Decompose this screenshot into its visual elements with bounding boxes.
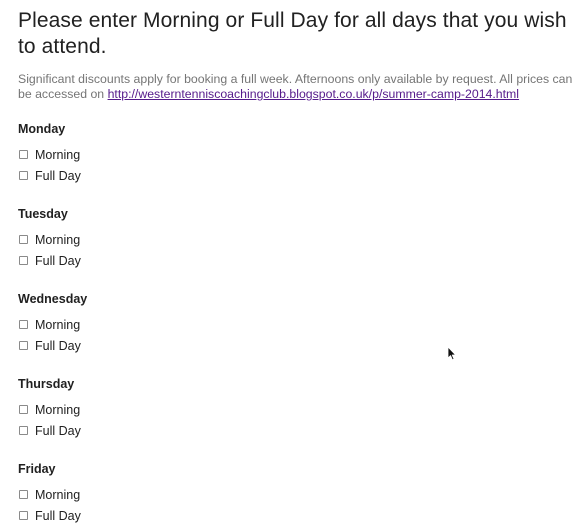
checkbox-monday-full-day[interactable] (19, 171, 28, 180)
checkbox-friday-full-day[interactable] (19, 511, 28, 520)
option-thursday-full-day[interactable]: Full Day (18, 420, 578, 441)
help-text: Significant discounts apply for booking … (18, 72, 578, 102)
checkbox-wednesday-full-day[interactable] (19, 341, 28, 350)
checkbox-wednesday-morning[interactable] (19, 320, 28, 329)
day-label-friday: Friday (18, 462, 56, 476)
option-label: Morning (35, 232, 81, 247)
day-group-wednesday: Wednesday Morning Full Day (18, 292, 578, 356)
option-label: Morning (35, 402, 81, 417)
option-label: Full Day (35, 253, 81, 268)
option-label: Morning (35, 487, 81, 502)
option-label: Morning (35, 147, 81, 162)
option-tuesday-morning[interactable]: Morning (18, 229, 578, 250)
option-label: Full Day (35, 423, 81, 438)
option-label: Full Day (35, 508, 81, 523)
checkbox-monday-morning[interactable] (19, 150, 28, 159)
checkbox-tuesday-full-day[interactable] (19, 256, 28, 265)
form-question: Please enter Morning or Full Day for all… (18, 8, 578, 526)
checkbox-thursday-full-day[interactable] (19, 426, 28, 435)
option-wednesday-morning[interactable]: Morning (18, 314, 578, 335)
checkbox-tuesday-morning[interactable] (19, 235, 28, 244)
option-label: Full Day (35, 338, 81, 353)
checkbox-thursday-morning[interactable] (19, 405, 28, 414)
option-label: Full Day (35, 168, 81, 183)
day-group-monday: Monday Morning Full Day (18, 122, 578, 186)
option-tuesday-full-day[interactable]: Full Day (18, 250, 578, 271)
day-label-monday: Monday (18, 122, 66, 136)
option-monday-full-day[interactable]: Full Day (18, 165, 578, 186)
prices-link[interactable]: http://westerntenniscoachingclub.blogspo… (108, 87, 519, 101)
option-friday-full-day[interactable]: Full Day (18, 505, 578, 526)
day-group-tuesday: Tuesday Morning Full Day (18, 207, 578, 271)
day-label-thursday: Thursday (18, 377, 75, 391)
question-title: Please enter Morning or Full Day for all… (18, 9, 567, 58)
option-wednesday-full-day[interactable]: Full Day (18, 335, 578, 356)
option-monday-morning[interactable]: Morning (18, 144, 578, 165)
day-label-wednesday: Wednesday (18, 292, 88, 306)
mouse-pointer-icon (447, 346, 456, 361)
option-label: Morning (35, 317, 81, 332)
option-thursday-morning[interactable]: Morning (18, 399, 578, 420)
day-group-thursday: Thursday Morning Full Day (18, 377, 578, 441)
option-friday-morning[interactable]: Morning (18, 484, 578, 505)
day-label-tuesday: Tuesday (18, 207, 68, 221)
checkbox-friday-morning[interactable] (19, 490, 28, 499)
day-group-friday: Friday Morning Full Day (18, 462, 578, 526)
